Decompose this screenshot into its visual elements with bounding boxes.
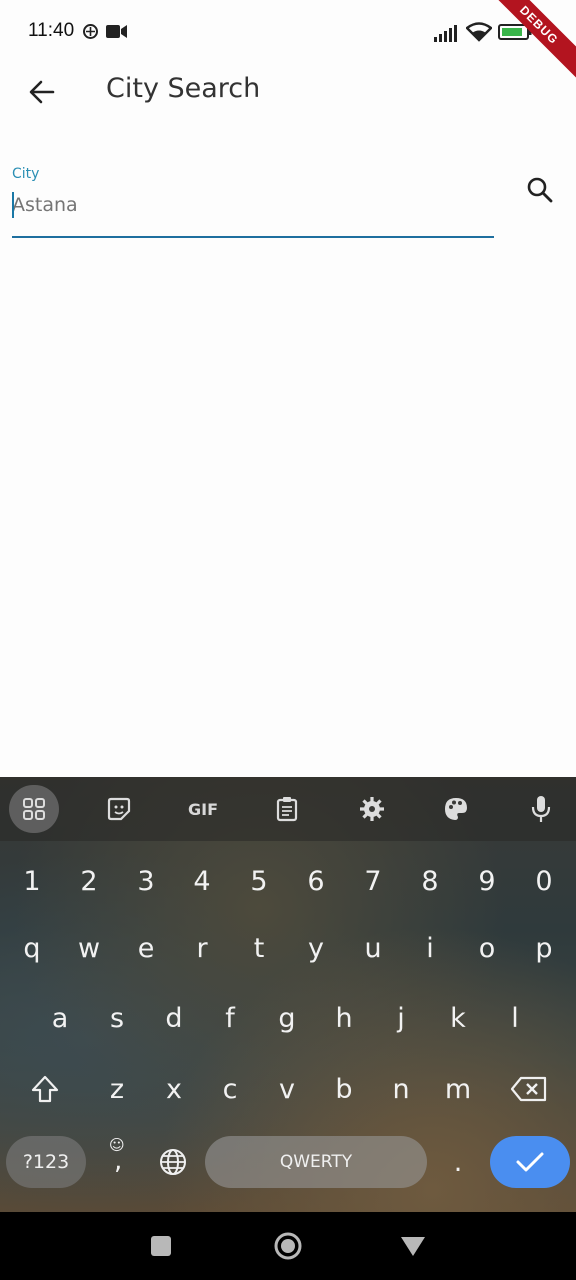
backspace-icon bbox=[510, 1076, 547, 1102]
gif-button[interactable]: GIF bbox=[178, 785, 228, 833]
key-2[interactable]: 2 bbox=[62, 853, 116, 909]
key-h[interactable]: h bbox=[317, 990, 371, 1046]
home-button[interactable] bbox=[266, 1226, 310, 1266]
key-z[interactable]: z bbox=[90, 1061, 144, 1117]
sticker-icon bbox=[107, 797, 131, 821]
key-8[interactable]: 8 bbox=[403, 853, 457, 909]
app-bar: City Search bbox=[0, 64, 576, 120]
key-j[interactable]: j bbox=[374, 990, 428, 1046]
mic-icon bbox=[531, 796, 551, 822]
text-caret bbox=[12, 192, 14, 218]
status-time: 11:40 bbox=[28, 20, 75, 41]
keyboard-settings-button[interactable] bbox=[347, 785, 397, 833]
checkmark-icon bbox=[516, 1152, 544, 1172]
page-title: City Search bbox=[106, 73, 261, 104]
period-key[interactable]: . bbox=[431, 1134, 485, 1190]
square-icon bbox=[151, 1236, 171, 1256]
key-v[interactable]: v bbox=[260, 1061, 314, 1117]
key-w[interactable]: w bbox=[62, 920, 116, 976]
globe-icon bbox=[160, 1149, 186, 1175]
key-x[interactable]: x bbox=[147, 1061, 201, 1117]
circle-icon bbox=[274, 1232, 302, 1260]
space-bar[interactable]: QWERTY bbox=[205, 1136, 427, 1188]
gear-icon bbox=[360, 797, 384, 821]
palette-icon bbox=[445, 798, 467, 820]
key-9[interactable]: 9 bbox=[460, 853, 514, 909]
key-e[interactable]: e bbox=[119, 920, 173, 976]
key-k[interactable]: k bbox=[431, 990, 485, 1046]
key-f[interactable]: f bbox=[203, 990, 257, 1046]
theme-button[interactable] bbox=[431, 785, 481, 833]
language-key[interactable] bbox=[146, 1134, 200, 1190]
back-button[interactable] bbox=[20, 70, 64, 114]
city-field-label: City bbox=[12, 166, 40, 182]
recents-button[interactable] bbox=[139, 1226, 183, 1266]
shift-key[interactable] bbox=[18, 1061, 72, 1117]
key-n[interactable]: n bbox=[374, 1061, 428, 1117]
key-t[interactable]: t bbox=[232, 920, 286, 976]
voice-input-button[interactable] bbox=[516, 785, 566, 833]
clipboard-icon bbox=[276, 797, 298, 822]
arrow-left-icon bbox=[29, 80, 55, 104]
key-i[interactable]: i bbox=[403, 920, 457, 976]
system-nav-bar bbox=[0, 1212, 576, 1280]
key-5[interactable]: 5 bbox=[232, 853, 286, 909]
key-m[interactable]: m bbox=[431, 1061, 485, 1117]
key-b[interactable]: b bbox=[317, 1061, 371, 1117]
shift-icon bbox=[31, 1075, 59, 1103]
key-0[interactable]: 0 bbox=[517, 853, 571, 909]
keyboard-toolbar: GIF bbox=[0, 777, 576, 841]
key-s[interactable]: s bbox=[90, 990, 144, 1046]
symbols-key[interactable]: ?123 bbox=[6, 1136, 86, 1188]
signal-icon bbox=[434, 25, 457, 42]
triangle-icon bbox=[401, 1237, 425, 1256]
wifi-icon bbox=[466, 22, 492, 42]
enter-key[interactable] bbox=[490, 1136, 570, 1188]
key-4[interactable]: 4 bbox=[175, 853, 229, 909]
comma-label: , bbox=[114, 1146, 123, 1176]
search-icon bbox=[527, 177, 553, 203]
clipboard-button[interactable] bbox=[262, 785, 312, 833]
key-a[interactable]: a bbox=[33, 990, 87, 1046]
key-7[interactable]: 7 bbox=[346, 853, 400, 909]
key-p[interactable]: p bbox=[517, 920, 571, 976]
field-underline bbox=[12, 236, 494, 238]
key-y[interactable]: y bbox=[289, 920, 343, 976]
key-g[interactable]: g bbox=[260, 990, 314, 1046]
sync-icon bbox=[83, 24, 98, 39]
key-u[interactable]: u bbox=[346, 920, 400, 976]
search-button[interactable] bbox=[518, 168, 562, 212]
key-3[interactable]: 3 bbox=[119, 853, 173, 909]
comma-key[interactable]: ☺ , bbox=[92, 1134, 146, 1190]
keyboard-apps-button[interactable] bbox=[9, 785, 59, 833]
key-6[interactable]: 6 bbox=[289, 853, 343, 909]
key-c[interactable]: c bbox=[203, 1061, 257, 1117]
status-bar: 11:40 DEBUG bbox=[0, 0, 576, 86]
soft-keyboard: GIF 1 2 3 4 5 6 7 8 9 0 q w e r t y u i … bbox=[0, 777, 576, 1212]
video-camera-icon bbox=[106, 25, 127, 38]
key-l[interactable]: l bbox=[488, 990, 542, 1046]
key-o[interactable]: o bbox=[460, 920, 514, 976]
back-nav-button[interactable] bbox=[391, 1226, 435, 1266]
city-search-field[interactable]: City bbox=[12, 160, 494, 240]
sticker-button[interactable] bbox=[94, 785, 144, 833]
key-1[interactable]: 1 bbox=[5, 853, 59, 909]
backspace-key[interactable] bbox=[502, 1061, 556, 1117]
key-r[interactable]: r bbox=[175, 920, 229, 976]
key-q[interactable]: q bbox=[5, 920, 59, 976]
city-input[interactable] bbox=[12, 190, 482, 220]
grid-icon bbox=[23, 798, 45, 820]
key-d[interactable]: d bbox=[147, 990, 201, 1046]
